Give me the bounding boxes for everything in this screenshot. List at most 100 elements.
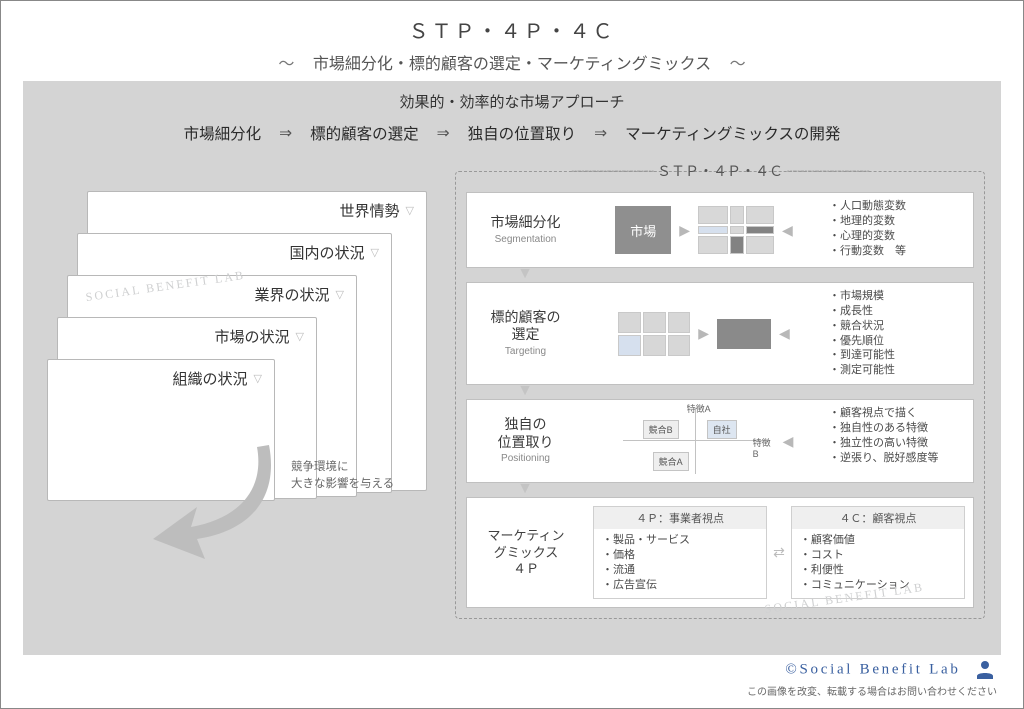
list-item: 競合状況 — [829, 319, 971, 334]
impact-line1: 競争環境に — [291, 459, 394, 476]
selected-target — [717, 319, 771, 349]
approach-title: 効果的・効率的な市場アプローチ — [23, 81, 1001, 112]
triangle-left-icon: ◀ — [783, 433, 794, 450]
segmentation-en: Segmentation — [495, 234, 557, 247]
targeting-en: Targeting — [505, 346, 546, 359]
targeting-graphic: ▶ ◀ — [585, 283, 823, 384]
list-item: 顧客価値 — [800, 533, 962, 548]
mix-jp3: ４Ｐ — [513, 561, 539, 577]
list-item: 流通 — [602, 563, 764, 578]
subtitle: 〜 市場細分化・標的顧客の選定・マーケティングミックス 〜 — [1, 44, 1023, 84]
row-targeting: 標的顧客の 選定 Targeting ▶ ◀ 市場規模 — [466, 282, 974, 385]
axis-b-label: 特徴B — [753, 436, 775, 459]
flow-step-1: 市場細分化 — [184, 122, 262, 144]
list-item: 市場規模 — [829, 289, 971, 304]
segmentation-jp: 市場細分化 — [491, 214, 561, 232]
card-organization-label: 組織の状況 — [173, 371, 248, 388]
main-title: ＳＴＰ・４Ｐ・４Ｃ — [1, 1, 1023, 44]
chevron-down-icon: ▼ — [466, 485, 584, 495]
chevron-down-icon: ▽ — [406, 204, 414, 217]
row-marketing-mix: マーケティン グミックス ４Ｐ ４Ｐ：事業者視点 製品・サービス 価格 流通 広… — [466, 497, 974, 608]
targeting-jp1: 標的顧客の — [491, 309, 561, 327]
card-domestic-label: 国内の状況 — [290, 245, 365, 262]
triangle-right-icon: ▶ — [679, 222, 690, 239]
competitor-b: 競合B — [643, 420, 679, 439]
chevron-down-icon: ▽ — [371, 246, 379, 259]
list-item: 心理的変数 — [829, 229, 971, 244]
chevron-down-icon: ▽ — [336, 288, 344, 301]
card-market-label: 市場の状況 — [215, 329, 290, 346]
mix-label: マーケティン グミックス ４Ｐ — [467, 498, 585, 607]
four-p-column: ４Ｐ：事業者視点 製品・サービス 価格 流通 広告宣伝 — [593, 506, 767, 599]
list-item: 成長性 — [829, 304, 971, 319]
positioning-map: 特徴A 特徴B 競合B 自社 競合A — [615, 406, 775, 476]
triangle-right-icon: ▶ — [698, 325, 709, 342]
chevron-down-icon: ▼ — [466, 270, 584, 280]
segmentation-graphic: 市場 ▶ ◀ — [585, 193, 823, 267]
copyright: ©Social Benefit Lab — [785, 658, 997, 682]
mix-jp2: グミックス — [494, 545, 559, 561]
list-item: 独立性の高い特徴 — [829, 436, 971, 451]
segmented-grid — [698, 206, 774, 254]
positioning-jp1: 独自の — [505, 416, 547, 434]
targeting-label: 標的顧客の 選定 Targeting — [467, 283, 585, 384]
stp-box-label-text: ＳＴＰ・４Ｐ・４Ｃ — [657, 163, 783, 179]
market-block: 市場 — [615, 206, 671, 254]
stp-box-label: ┄┄┄┄┄┄┄┄┄┄┄ ＳＴＰ・４Ｐ・４Ｃ ┄┄┄┄┄┄┄┄┄┄┄ — [455, 161, 985, 181]
list-item: 優先順位 — [829, 334, 971, 349]
positioning-label: 独自の 位置取り Positioning — [467, 400, 585, 482]
list-item: 利便性 — [800, 563, 962, 578]
positioning-bullets: 顧客視点で描く 独自性のある特徴 独立性の高い特徴 逆張り、脱好感度等 — [823, 400, 973, 482]
row-segmentation: 市場細分化 Segmentation 市場 ▶ ◀ — [466, 192, 974, 268]
triangle-left-icon: ◀ — [779, 325, 790, 342]
brand-logo-icon — [973, 658, 997, 682]
segmentation-bullets: 人口動態変数 地理的変数 心理的変数 行動変数 等 — [823, 193, 973, 267]
chevron-down-icon: ▽ — [296, 330, 304, 343]
stp-dashed-box: 市場細分化 Segmentation 市場 ▶ ◀ — [455, 171, 985, 619]
flow-arrow: ⇒ — [279, 124, 292, 143]
list-item: 行動変数 等 — [829, 244, 971, 259]
list-item: コミュニケーション — [800, 578, 962, 593]
tilde-left: 〜 — [264, 56, 308, 73]
curved-arrow-icon — [147, 441, 297, 566]
list-item: 逆張り、脱好感度等 — [829, 451, 971, 466]
subtitle-text: 市場細分化・標的顧客の選定・マーケティングミックス — [313, 56, 711, 73]
chevron-down-icon: ▽ — [254, 372, 262, 385]
list-item: 製品・サービス — [602, 533, 764, 548]
targeting-jp2: 選定 — [512, 326, 540, 344]
flow-arrow: ⇒ — [594, 124, 607, 143]
row-positioning: 独自の 位置取り Positioning 特徴A 特徴B 競合B 自社 競合A — [466, 399, 974, 483]
tilde-right: 〜 — [716, 56, 760, 73]
positioning-en: Positioning — [501, 453, 550, 466]
list-item: コスト — [800, 548, 962, 563]
competitor-a: 競合A — [653, 452, 689, 471]
segmentation-label: 市場細分化 Segmentation — [467, 193, 585, 267]
impact-line2: 大きな影響を与える — [291, 476, 394, 493]
mix-jp1: マーケティン — [488, 528, 565, 544]
environment-cascade: 世界情勢▽ 国内の状況▽ 業界の状況▽ 市場の状況▽ 組織の状況▽ SOCIAL… — [47, 191, 427, 561]
list-item: 地理的変数 — [829, 214, 971, 229]
list-item: 広告宣伝 — [602, 578, 764, 593]
triangle-left-icon: ◀ — [782, 222, 793, 239]
impact-caption: 競争環境に 大きな影響を与える — [291, 459, 394, 494]
card-world-label: 世界情勢 — [340, 203, 400, 220]
list-item: 到達可能性 — [829, 348, 971, 363]
four-p-header: ４Ｐ：事業者視点 — [594, 507, 766, 529]
self-company: 自社 — [707, 420, 737, 439]
footer-note: この画像を改変、転載する場合はお問い合わせください — [747, 683, 997, 698]
four-c-column: ４Ｃ：顧客視点 顧客価値 コスト 利便性 コミュニケーション — [791, 506, 965, 599]
targeting-bullets: 市場規模 成長性 競合状況 優先順位 到達可能性 測定可能性 — [823, 283, 973, 384]
positioning-jp2: 位置取り — [498, 434, 554, 452]
card-industry-label: 業界の状況 — [255, 287, 330, 304]
flow-step-4: マーケティングミックスの開発 — [625, 122, 840, 144]
axis-a-label: 特徴A — [687, 402, 711, 415]
list-item: 測定可能性 — [829, 363, 971, 378]
list-item: 人口動態変数 — [829, 199, 971, 214]
flow-step-3: 独自の位置取り — [468, 122, 577, 144]
diagram-frame: ＳＴＰ・４Ｐ・４Ｃ 〜 市場細分化・標的顧客の選定・マーケティングミックス 〜 … — [0, 0, 1024, 709]
copyright-text: ©Social Benefit Lab — [785, 661, 960, 677]
flow-step-2: 標的顧客の選定 — [310, 122, 419, 144]
swap-arrows-icon: ⇄ — [773, 544, 785, 561]
list-item: 独自性のある特徴 — [829, 421, 971, 436]
stp-container: ┄┄┄┄┄┄┄┄┄┄┄ ＳＴＰ・４Ｐ・４Ｃ ┄┄┄┄┄┄┄┄┄┄┄ 市場細分化 … — [455, 171, 985, 619]
